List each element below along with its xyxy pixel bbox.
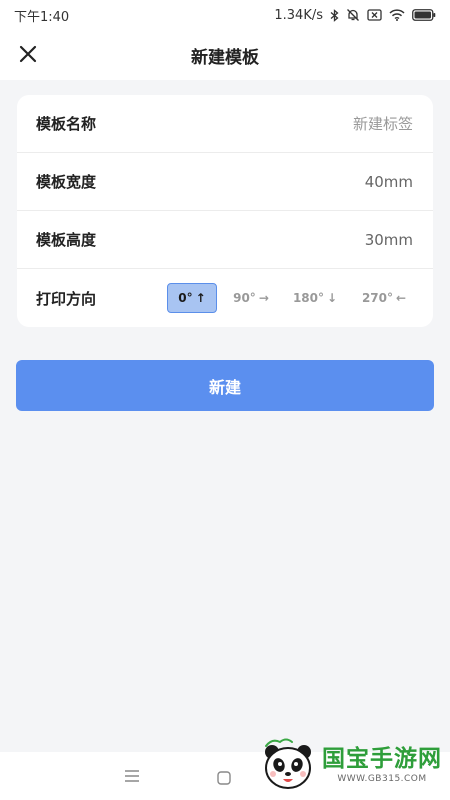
template-form-card: 模板名称 模板宽度 40mm 模板高度 30mm 打印方向 0° ↑ 90° →… xyxy=(17,95,433,327)
template-height-label: 模板高度 xyxy=(36,231,97,249)
nav-bar: 新建模板 xyxy=(0,30,450,80)
arrow-down-icon: ↓ xyxy=(327,291,338,305)
sim-blocked-icon xyxy=(367,9,382,21)
arrow-up-icon: ↑ xyxy=(195,291,206,305)
template-name-label: 模板名称 xyxy=(36,115,97,133)
template-name-row: 模板名称 xyxy=(17,95,433,153)
net-speed: 1.34K/s xyxy=(274,7,323,23)
template-width-label: 模板宽度 xyxy=(36,173,97,191)
bluetooth-icon xyxy=(330,8,339,22)
template-width-value[interactable]: 40mm xyxy=(365,173,413,191)
print-orientation-label: 打印方向 xyxy=(36,289,97,308)
create-button[interactable]: 新建 xyxy=(16,360,434,411)
panda-logo-icon xyxy=(258,736,320,796)
watermark-title: 国宝手游网 xyxy=(322,746,442,772)
watermark-url: WWW.GB315.COM xyxy=(337,774,427,784)
wifi-icon xyxy=(389,9,405,21)
orientation-270-label: 270° xyxy=(361,291,393,305)
close-icon xyxy=(19,45,37,67)
battery-icon xyxy=(412,9,436,21)
home-square-icon[interactable] xyxy=(217,770,231,789)
template-height-row[interactable]: 模板高度 30mm xyxy=(17,211,433,269)
alarm-off-icon xyxy=(346,8,360,22)
status-time: 下午1:40 xyxy=(14,9,70,25)
orientation-180-option[interactable]: 180° ↓ xyxy=(285,283,345,313)
site-watermark: 国宝手游网 WWW.GB315.COM xyxy=(258,736,442,796)
status-icons: 1.34K/s xyxy=(274,8,436,23)
close-button[interactable] xyxy=(14,42,42,70)
orientation-90-option[interactable]: 90° → xyxy=(227,283,275,313)
status-bar: 下午1:40 1.34K/s xyxy=(0,0,450,30)
orientation-180-label: 180° xyxy=(292,291,324,305)
orientation-options: 0° ↑ 90° → 180° ↓ 270° ← xyxy=(167,283,413,313)
page-title: 新建模板 xyxy=(191,47,259,68)
print-orientation-row: 打印方向 0° ↑ 90° → 180° ↓ 270° ← xyxy=(17,269,433,327)
menu-icon[interactable] xyxy=(124,768,140,787)
template-height-value[interactable]: 30mm xyxy=(365,231,413,249)
template-name-input[interactable] xyxy=(213,114,413,133)
watermark-text-block: 国宝手游网 WWW.GB315.COM xyxy=(322,746,442,785)
arrow-right-icon: → xyxy=(258,291,269,305)
orientation-90-label: 90° xyxy=(233,291,256,305)
arrow-left-icon: ← xyxy=(396,291,407,305)
orientation-0-label: 0° xyxy=(178,291,193,305)
orientation-0-option[interactable]: 0° ↑ xyxy=(167,283,217,313)
orientation-270-option[interactable]: 270° ← xyxy=(355,283,413,313)
template-width-row[interactable]: 模板宽度 40mm xyxy=(17,153,433,211)
